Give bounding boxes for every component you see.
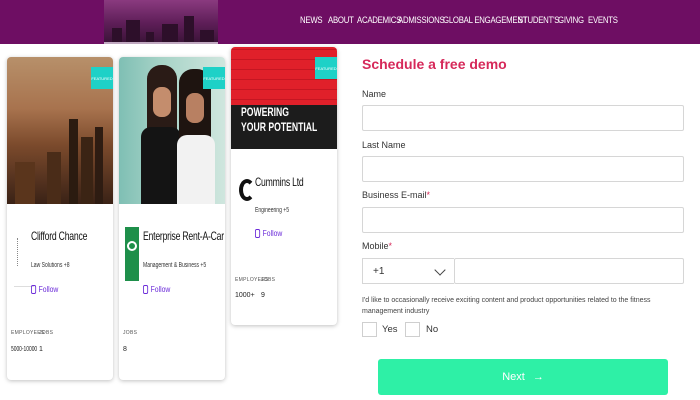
- featured-badge: FEATURED: [315, 57, 337, 79]
- follow-icon: [31, 285, 37, 294]
- company-name[interactable]: Clifford Chance: [31, 229, 87, 243]
- mobile-number-field[interactable]: [454, 258, 684, 284]
- consent-text: I'd like to occasionally receive excitin…: [362, 297, 651, 315]
- company-card[interactable]: FEATURED Enterprise Rent-A-Car Managemen…: [119, 57, 225, 380]
- follow-label: Follow: [150, 285, 171, 294]
- nav-item-events[interactable]: EVENTS: [588, 15, 618, 26]
- mobile-label-row: Mobile*: [362, 241, 392, 251]
- company-industry: Engineering +5: [255, 207, 290, 214]
- required-mark: *: [426, 190, 431, 200]
- featured-badge: FEATURED: [91, 67, 113, 89]
- follow-icon: [255, 229, 261, 238]
- yes-checkbox[interactable]: [362, 322, 377, 337]
- follow-button[interactable]: Follow: [255, 229, 282, 238]
- meta-label-jobs: JOBS: [123, 330, 138, 336]
- meta-label-jobs: JOBS: [39, 330, 54, 336]
- next-label: Next: [502, 371, 525, 383]
- hero-text-line-1: POWERING: [241, 105, 290, 119]
- name-field[interactable]: [362, 105, 684, 131]
- company-logo: [237, 173, 257, 207]
- form-title: Schedule a free demo: [362, 56, 507, 72]
- follow-button[interactable]: Follow: [143, 285, 170, 294]
- last-name-field[interactable]: [362, 156, 684, 182]
- follow-label: Follow: [262, 229, 283, 238]
- no-checkbox[interactable]: [405, 322, 420, 337]
- nav-item-global-engagement[interactable]: GLOBAL ENGAGEMENT: [443, 15, 528, 26]
- arrow-right-icon: →: [532, 371, 544, 383]
- business-email-field[interactable]: [362, 207, 684, 233]
- meta-value-jobs: 9: [261, 292, 265, 299]
- nav-item-about[interactable]: ABOUT: [328, 15, 354, 26]
- no-label: No: [426, 324, 439, 335]
- email-label: Business E-mail: [362, 190, 427, 200]
- hero-text-line-2: YOUR POTENTIAL: [241, 120, 318, 134]
- meta-label-jobs: JOBS: [261, 277, 276, 283]
- company-name[interactable]: Enterprise Rent-A-Car: [143, 229, 224, 243]
- company-industry: Management & Business +5: [143, 262, 207, 269]
- yes-label: Yes: [382, 324, 398, 335]
- required-mark: *: [388, 241, 393, 251]
- nav-item-admissions[interactable]: ADMISSIONS: [398, 15, 445, 26]
- country-code-select[interactable]: +1: [362, 258, 454, 284]
- nav-item-news[interactable]: NEWS: [300, 15, 323, 26]
- name-label: Name: [362, 89, 387, 99]
- header-hero-image: [104, 0, 218, 44]
- last-name-label: Last Name: [362, 140, 406, 150]
- company-logo: [125, 227, 139, 281]
- meta-value-employees: 5000-10000: [11, 346, 38, 353]
- country-code-value: +1: [373, 265, 385, 277]
- follow-icon: [143, 285, 149, 294]
- company-industry: Law Solutions +8: [31, 262, 70, 269]
- mobile-label: Mobile: [362, 241, 389, 251]
- company-card[interactable]: POWERING YOUR POTENTIAL FEATURED Cummins…: [231, 47, 337, 325]
- main-nav: NEWS ABOUT ACADEMICS ADMISSIONS GLOBAL E…: [300, 0, 618, 40]
- meta-value-jobs: 8: [123, 346, 127, 353]
- nav-item-students[interactable]: STUDENT'S: [518, 15, 560, 26]
- featured-badge: FEATURED: [203, 67, 225, 89]
- meta-value-employees: 1000+: [235, 292, 255, 299]
- follow-button[interactable]: Follow: [31, 285, 58, 294]
- email-label-row: Business E-mail*: [362, 190, 430, 200]
- chevron-down-icon: [434, 264, 446, 276]
- company-card[interactable]: FEATURED Clifford Chance Law Solutions +…: [7, 57, 113, 380]
- follow-label: Follow: [38, 285, 59, 294]
- meta-value-jobs: 1: [39, 346, 43, 353]
- company-name[interactable]: Cummins Ltd: [255, 175, 304, 189]
- nav-item-academics[interactable]: ACADEMICS: [357, 15, 401, 26]
- nav-item-giving[interactable]: GIVING: [558, 15, 584, 26]
- next-button[interactable]: Next →: [378, 359, 668, 395]
